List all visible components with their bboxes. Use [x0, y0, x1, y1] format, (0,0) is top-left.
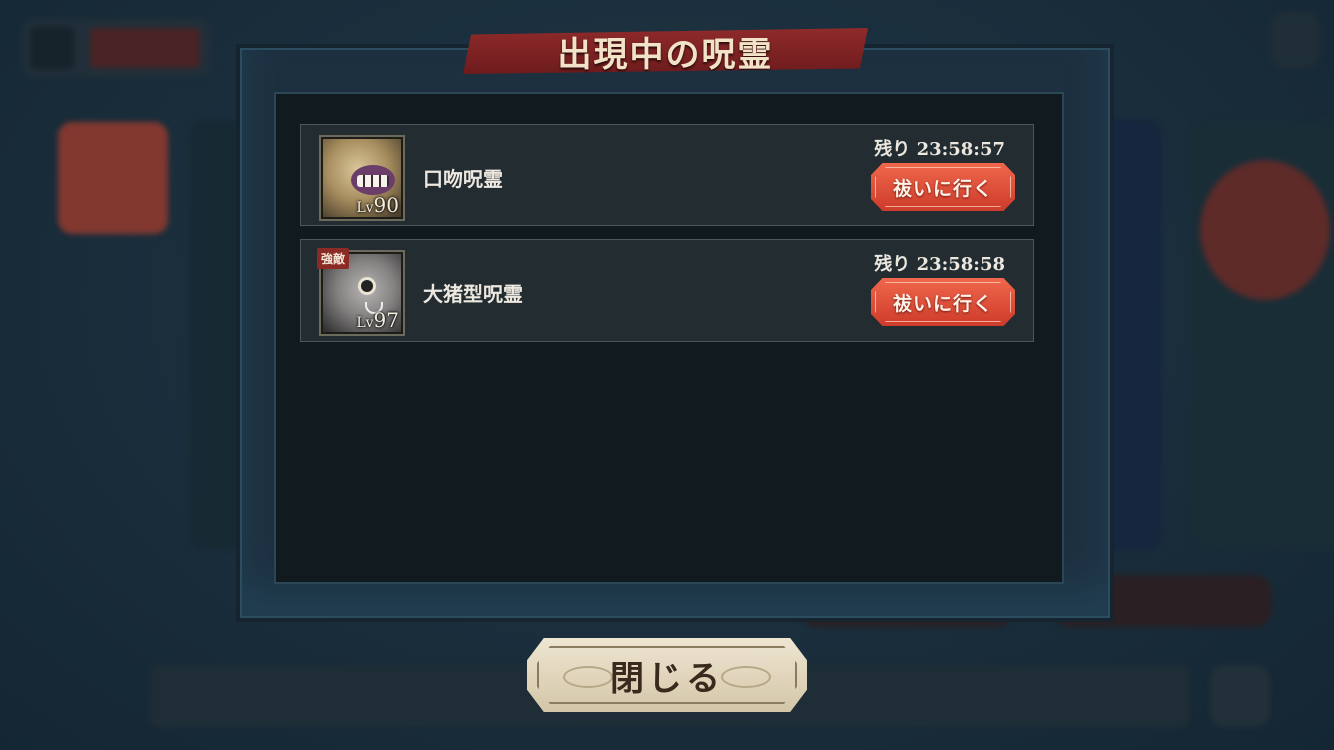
- level-value: 97: [373, 308, 399, 332]
- title-banner: 出現中の呪霊: [463, 28, 868, 74]
- remaining-value: 23:58:58: [916, 254, 1005, 275]
- remaining-time: 残り 23:58:58: [874, 250, 1005, 276]
- spirit-name: 大猪型呪霊: [423, 282, 523, 306]
- list-item: Lv97 強敵 大猪型呪霊 残り 23:58:58 祓いに行く: [300, 239, 1034, 342]
- ornament-icon: [721, 666, 771, 688]
- close-button-label: 閉じる: [610, 658, 724, 699]
- remaining-label: 残り: [874, 139, 911, 160]
- strong-enemy-badge: 強敵: [317, 248, 350, 269]
- ornament-icon: [563, 666, 613, 688]
- list-item: Lv90 口吻呪霊 残り 23:58:57 祓いに行く: [300, 124, 1034, 226]
- level-prefix: Lv: [356, 315, 374, 331]
- exorcise-button[interactable]: 祓いに行く: [871, 163, 1015, 211]
- remaining-time: 残り 23:58:57: [874, 135, 1005, 161]
- remaining-value: 23:58:57: [916, 139, 1005, 160]
- dialog-title: 出現中の呪霊: [557, 34, 774, 75]
- exorcise-button[interactable]: 祓いに行く: [871, 278, 1015, 326]
- level-label: Lv90: [356, 193, 399, 217]
- level-label: Lv97: [356, 308, 399, 332]
- level-value: 90: [373, 193, 399, 217]
- close-button[interactable]: 閉じる: [527, 638, 807, 712]
- eye-icon: [361, 280, 373, 292]
- level-prefix: Lv: [356, 200, 374, 216]
- spirit-portrait: Lv90: [319, 135, 405, 221]
- teeth-icon: [357, 175, 389, 187]
- spirit-name: 口吻呪霊: [423, 167, 503, 191]
- remaining-label: 残り: [874, 254, 911, 275]
